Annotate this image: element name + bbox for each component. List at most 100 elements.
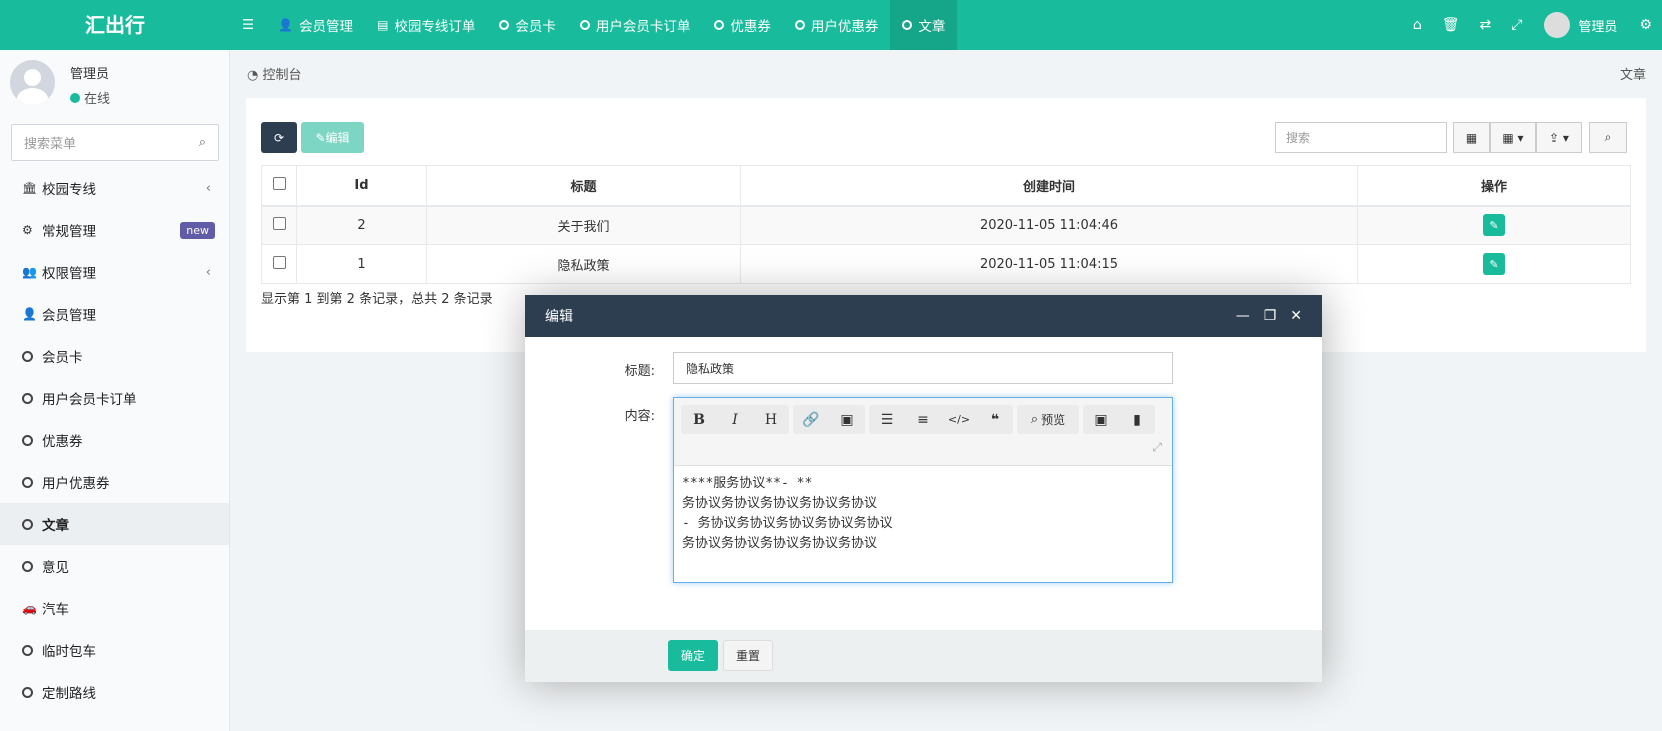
- pagination-info: 显示第 1 到第 2 条记录，总共 2 条记录: [261, 292, 493, 307]
- column-header-created[interactable]: 创建时间: [740, 165, 1358, 207]
- preview-button[interactable]: ⌕ 预览: [1017, 405, 1079, 434]
- bold-icon[interactable]: B: [681, 412, 717, 428]
- table-search-input[interactable]: 搜索: [1275, 122, 1447, 153]
- trash-icon[interactable]: 🗑: [1432, 17, 1470, 33]
- pencil-icon: ✎: [1489, 218, 1499, 232]
- refresh-button[interactable]: ⟳: [261, 122, 297, 153]
- sidebar-item-user-coupons[interactable]: 用户优惠券: [0, 461, 229, 503]
- row-edit-button[interactable]: ✎: [1483, 214, 1505, 237]
- top-nav-member-card[interactable]: 会员卡: [487, 0, 568, 50]
- upload-image-icon[interactable]: ▣: [1083, 412, 1119, 428]
- avatar: [10, 60, 55, 105]
- sidebar: 管理员 在线 搜索菜单 ⌕ 🏛 校园专线 ‹ ⚙ 常规管理 new 👥 权限管理…: [0, 50, 230, 731]
- top-nav-coupons[interactable]: 优惠券: [702, 0, 783, 50]
- cell-title: 关于我们: [426, 205, 741, 245]
- export-icon: ⇪ ▾: [1549, 130, 1569, 145]
- table-row: 1 隐私政策 2020-11-05 11:04:15 ✎: [261, 244, 1631, 284]
- ordered-list-icon[interactable]: ≡: [905, 412, 941, 428]
- image-icon[interactable]: ▣: [829, 412, 865, 428]
- menu-search-input[interactable]: 搜索菜单 ⌕: [11, 124, 219, 161]
- circle-icon: [22, 476, 33, 488]
- sidebar-item-feedback[interactable]: 意见: [0, 545, 229, 587]
- list-icon: ▤: [377, 18, 389, 32]
- select-all-checkbox[interactable]: [272, 176, 286, 190]
- top-user-menu[interactable]: 管理员: [1532, 12, 1629, 38]
- title-input[interactable]: 隐私政策: [673, 352, 1173, 384]
- circle-icon: [22, 350, 33, 362]
- user-status: 在线: [70, 88, 110, 107]
- sidebar-item-user-card-orders[interactable]: 用户会员卡订单: [0, 377, 229, 419]
- link-icon[interactable]: 🔗: [793, 412, 829, 428]
- sidebar-item-custom-route[interactable]: 定制路线: [0, 671, 229, 713]
- dialog-title: 编辑: [545, 309, 573, 325]
- dialog-header[interactable]: 编辑 — ❐ ✕: [525, 295, 1322, 337]
- avatar: [1544, 12, 1571, 38]
- markdown-editor: B I H 🔗 ▣ ☰ ≡ </> ❝ ⌕ 预览 ▣ ▮ ⤢ ****服务协议*…: [673, 397, 1173, 583]
- minimize-icon[interactable]: —: [1236, 308, 1250, 324]
- sidebar-toggle-button[interactable]: ☰: [230, 0, 266, 50]
- dialog-footer: 确定 重置: [525, 630, 1322, 682]
- export-button[interactable]: ⇪ ▾: [1536, 122, 1582, 153]
- reset-button[interactable]: 重置: [723, 640, 773, 671]
- column-header-title[interactable]: 标题: [426, 165, 741, 207]
- search-icon: ⌕: [1030, 412, 1039, 427]
- unordered-list-icon[interactable]: ☰: [869, 412, 905, 428]
- pencil-icon: ✎: [315, 130, 326, 145]
- edit-dialog: 编辑 — ❐ ✕ 标题: 隐私政策 内容: B I H 🔗 ▣ ☰ ≡ </> …: [525, 295, 1322, 682]
- row-edit-button[interactable]: ✎: [1483, 253, 1505, 275]
- cell-id: 2: [296, 205, 427, 245]
- top-nav-user-coupons[interactable]: 用户优惠券: [783, 0, 891, 50]
- top-nav-user-card-orders[interactable]: 用户会员卡订单: [568, 0, 703, 50]
- editor-toolbar: B I H 🔗 ▣ ☰ ≡ </> ❝ ⌕ 预览 ▣ ▮ ⤢: [674, 398, 1172, 466]
- edit-button[interactable]: ✎ 编辑: [301, 122, 364, 153]
- sidebar-item-members[interactable]: 👤 会员管理: [0, 293, 229, 335]
- code-icon[interactable]: </>: [941, 413, 977, 426]
- sidebar-item-campus-line[interactable]: 🏛 校园专线 ‹: [0, 167, 229, 209]
- page-title: 文章: [1619, 68, 1646, 83]
- home-icon[interactable]: ⌂: [1403, 17, 1432, 33]
- search-icon: ⌕: [1604, 130, 1612, 144]
- column-header-id[interactable]: Id: [296, 165, 427, 207]
- fullscreen-icon[interactable]: ⤢: [1501, 17, 1532, 33]
- expand-icon[interactable]: ⤢: [1152, 440, 1162, 455]
- italic-icon[interactable]: I: [717, 412, 753, 428]
- sidebar-item-member-card[interactable]: 会员卡: [0, 335, 229, 377]
- top-nav-member-management[interactable]: 👤 会员管理: [266, 0, 365, 50]
- language-icon[interactable]: ⇄: [1469, 17, 1501, 33]
- sidebar-item-cars[interactable]: 🚗 汽车: [0, 587, 229, 629]
- row-checkbox[interactable]: [272, 216, 286, 230]
- cell-created: 2020-11-05 11:04:15: [740, 244, 1358, 284]
- content-textarea[interactable]: ****服务协议**- ** 务协议务协议务协议务协议务协议 - 务协议务协议务协议…: [674, 466, 1172, 562]
- pencil-icon: ✎: [1489, 257, 1499, 271]
- online-dot-icon: [70, 92, 80, 103]
- top-nav-campus-orders[interactable]: ▤ 校园专线订单: [365, 0, 487, 50]
- cell-title: 隐私政策: [426, 244, 741, 284]
- breadcrumb[interactable]: ◔ 控制台: [247, 64, 302, 83]
- confirm-button[interactable]: 确定: [668, 640, 718, 671]
- car-icon: 🚗: [22, 601, 37, 615]
- sidebar-item-charter[interactable]: 临时包车: [0, 629, 229, 671]
- row-checkbox[interactable]: [272, 255, 286, 269]
- maximize-icon[interactable]: ❐: [1264, 308, 1277, 324]
- circle-icon: [22, 434, 33, 446]
- app-logo[interactable]: 汇出行: [0, 0, 230, 50]
- sidebar-item-articles[interactable]: 文章: [0, 503, 229, 545]
- heading-icon[interactable]: H: [753, 412, 789, 428]
- table-row: 2 关于我们 2020-11-05 11:04:46 ✎: [261, 205, 1631, 245]
- columns-button[interactable]: ▦ ▾: [1490, 122, 1536, 153]
- sidebar-item-permissions[interactable]: 👥 权限管理 ‹: [0, 251, 229, 293]
- table-view-icon: ▦: [1465, 130, 1478, 145]
- users-icon: 👥: [22, 265, 37, 279]
- sidebar-item-coupons[interactable]: 优惠券: [0, 419, 229, 461]
- sidebar-item-general[interactable]: ⚙ 常规管理 new: [0, 209, 229, 251]
- user-panel: 管理员 在线: [0, 50, 229, 112]
- quote-icon[interactable]: ❝: [977, 412, 1013, 428]
- column-header-actions: 操作: [1357, 165, 1631, 207]
- search-button[interactable]: ⌕: [1589, 122, 1627, 153]
- close-icon[interactable]: ✕: [1290, 308, 1302, 324]
- top-nav-articles[interactable]: 文章: [890, 0, 958, 50]
- upload-file-icon[interactable]: ▮: [1119, 412, 1155, 428]
- toggle-view-button[interactable]: ▦: [1453, 122, 1490, 153]
- circle-icon: [22, 686, 33, 698]
- settings-icon[interactable]: ⚙: [1629, 17, 1662, 33]
